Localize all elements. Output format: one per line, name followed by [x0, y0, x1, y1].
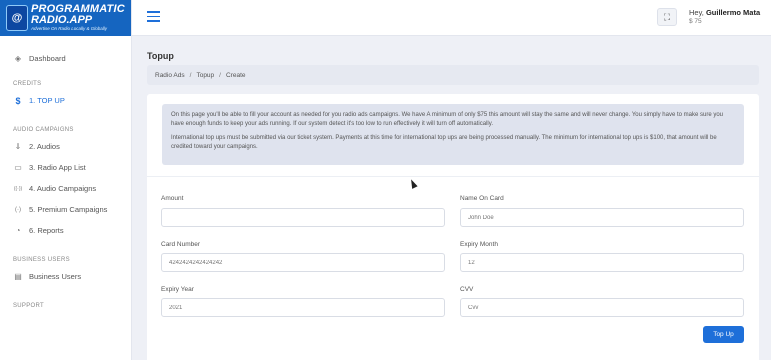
section-heading-audio-campaigns: AUDIO CAMPAIGNS [13, 127, 74, 133]
card-number-field[interactable] [161, 253, 445, 272]
name-on-card-field[interactable] [460, 208, 744, 227]
breadcrumb-separator: / [189, 71, 192, 79]
sidebar-item-dashboard[interactable]: ◈ Dashboard [0, 48, 131, 69]
notice-paragraph-international: International top ups must be submitted … [171, 135, 717, 151]
sidebar-item-audio-campaigns[interactable]: ((·)) 4. Audio Campaigns [0, 178, 131, 199]
sidebar-item-label: 3. Radio App List [29, 163, 86, 172]
sidebar-item-business-users[interactable]: ▤ Business Users [0, 266, 131, 287]
logo-tagline: Advertise On Radio Locally & Globally [31, 26, 108, 32]
cvv-field[interactable] [460, 298, 744, 317]
top-up-button[interactable]: Top Up [703, 326, 744, 343]
expiry-month-field[interactable] [460, 253, 744, 272]
user-menu[interactable]: Hey, Guillermo Mata $ 75 [689, 8, 761, 25]
logo-mark-icon: @ [6, 5, 28, 31]
dollar-icon: $ [15, 95, 21, 106]
sidebar-item-label: 6. Reports [29, 226, 64, 235]
section-heading-support: SUPPORT [13, 303, 44, 309]
cvv-label: CVV [460, 286, 474, 293]
breadcrumb-item-create: Create [225, 71, 246, 79]
divider [147, 176, 759, 177]
sidebar-item-label: 2. Audios [29, 142, 60, 151]
expiry-month-label: Expiry Month [460, 241, 498, 248]
sidebar-item-label: Dashboard [29, 54, 66, 63]
dashboard-icon: ◈ [14, 54, 22, 63]
breadcrumb-separator: / [219, 71, 221, 79]
breadcrumb-item-radio-ads[interactable]: Radio Ads [155, 72, 185, 79]
amount-label: Amount [161, 195, 184, 202]
breadcrumb-item-topup[interactable]: Topup [196, 72, 214, 79]
premium-broadcast-icon: (·) [15, 206, 21, 213]
sidebar-item-reports[interactable]: ◔ 6. Reports [0, 220, 131, 241]
name-on-card-label: Name On Card [460, 195, 504, 202]
card-number-label: Card Number [161, 241, 201, 248]
topup-card: On this page you'll be able to fill your… [147, 94, 759, 360]
logo-text: PROGRAMMATIC RADIO.APP Advertise On Radi… [31, 4, 125, 32]
page-title: Topup [147, 51, 174, 61]
logo-line2: RADIO.APP [31, 14, 93, 27]
sidebar-item-label: Business Users [29, 272, 82, 281]
section-heading-credits: CREDITS [13, 81, 42, 87]
sidebar-item-topup[interactable]: $ 1. TOP UP [0, 90, 131, 111]
sidebar-item-audios[interactable]: ⇓ 2. Audios [0, 136, 131, 157]
breadcrumb: Radio Ads / Topup / Create [147, 65, 759, 85]
sidebar-item-label: 1. TOP UP [29, 96, 65, 105]
broadcast-icon: ((·)) [13, 185, 23, 192]
expiry-year-label: Expiry Year [161, 286, 194, 293]
info-notice: On this page you'll be able to fill your… [162, 104, 744, 165]
expiry-year-field[interactable] [161, 298, 445, 317]
logo[interactable]: @ PROGRAMMATIC RADIO.APP Advertise On Ra… [0, 0, 131, 36]
fullscreen-icon[interactable]: ⛶ [657, 8, 677, 26]
sidebar-item-radio-app-list[interactable]: ▭ 3. Radio App List [0, 157, 131, 178]
menu-toggle-icon[interactable] [147, 11, 160, 22]
amount-field[interactable] [161, 208, 445, 227]
microphone-icon: ⇓ [14, 142, 22, 151]
sidebar: @ PROGRAMMATIC RADIO.APP Advertise On Ra… [0, 0, 132, 360]
sidebar-item-label: 5. Premium Campaigns [29, 205, 108, 214]
section-heading-business-users: BUSINESS USERS [13, 257, 70, 263]
radio-icon: ▭ [14, 163, 22, 172]
account-balance: $ 75 [689, 17, 702, 25]
top-header: ⛶ Hey, Guillermo Mata $ 75 [132, 0, 771, 36]
user-name: Guillermo Mata [705, 8, 761, 17]
document-icon: ▤ [14, 272, 22, 281]
sidebar-item-label: 4. Audio Campaigns [29, 184, 97, 193]
sidebar-item-premium-campaigns[interactable]: (·) 5. Premium Campaigns [0, 199, 131, 220]
notice-paragraph-minimum: On this page you'll be able to fill your… [171, 112, 724, 127]
pie-chart-icon: ◔ [15, 226, 21, 235]
user-greeting: Hey, [689, 8, 704, 17]
sidebar-nav: ◈ Dashboard CREDITS $ 1. TOP UP AUDIO CA… [0, 36, 131, 309]
